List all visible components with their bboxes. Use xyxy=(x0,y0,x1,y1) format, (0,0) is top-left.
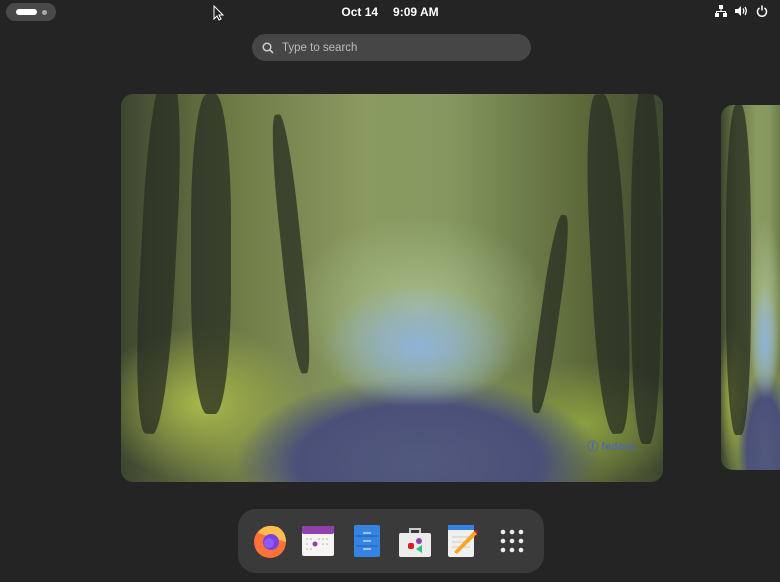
search-icon xyxy=(262,41,274,54)
time-label: 9:09 AM xyxy=(393,5,439,19)
dock-app-firefox[interactable] xyxy=(251,522,289,560)
power-icon xyxy=(756,5,768,17)
system-menu-button[interactable] xyxy=(715,5,768,17)
dock-app-files[interactable] xyxy=(348,522,386,560)
workspace-thumbnail-next[interactable] xyxy=(721,105,780,470)
dock-app-software[interactable] xyxy=(396,522,434,560)
search-placeholder: Type to search xyxy=(282,41,358,54)
tree-trunk xyxy=(191,94,231,414)
dash xyxy=(238,509,544,573)
mouse-cursor-icon xyxy=(213,5,224,21)
dock-app-calendar[interactable] xyxy=(299,522,337,560)
firefox-icon xyxy=(254,525,287,558)
files-icon xyxy=(353,525,380,557)
tree-trunk xyxy=(631,94,661,444)
text-editor-icon xyxy=(448,525,479,557)
tree-trunk xyxy=(726,105,751,435)
search-input[interactable]: Type to search xyxy=(252,34,531,61)
software-icon xyxy=(399,528,432,557)
network-icon xyxy=(715,5,727,17)
app-grid-icon xyxy=(500,529,524,553)
workspace-thumbnail-current[interactable]: ⓕ fedora xyxy=(121,94,663,482)
date-label: Oct 14 xyxy=(341,5,379,19)
fedora-logo: ⓕ fedora xyxy=(587,441,635,453)
top-bar: Oct 14 9:09 AM xyxy=(0,0,780,24)
calendar-icon xyxy=(302,526,335,556)
volume-icon xyxy=(735,6,747,16)
dock-app-text-editor[interactable] xyxy=(444,522,482,560)
show-apps-button[interactable] xyxy=(493,522,531,560)
clock-button[interactable]: Oct 14 9:09 AM xyxy=(0,5,780,19)
